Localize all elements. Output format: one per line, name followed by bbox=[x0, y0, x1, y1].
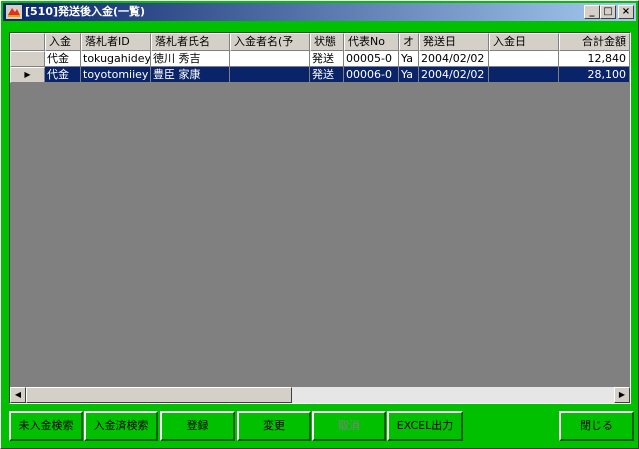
cell-auction[interactable]: Ya bbox=[399, 67, 419, 83]
window-title: [510]発送後入金(一覧) bbox=[25, 5, 146, 18]
data-grid[interactable]: 入金 落札者ID 落札者氏名 入金者名(予 状態 代表No オ 発送日 入金日 … bbox=[9, 32, 631, 404]
cell-payment[interactable]: 代金 bbox=[45, 51, 81, 67]
horizontal-scrollbar[interactable]: ◀ ▶ bbox=[10, 387, 630, 403]
current-row-indicator-icon[interactable]: ▶ bbox=[10, 67, 45, 83]
column-header-payment[interactable]: 入金 bbox=[45, 33, 81, 51]
cell-bidder-id[interactable]: tokugahidey bbox=[81, 51, 151, 67]
column-header-bidder-name[interactable]: 落札者氏名 bbox=[151, 33, 230, 51]
cell-payer-name[interactable] bbox=[230, 67, 310, 83]
close-button[interactable]: 閉じる bbox=[559, 411, 634, 441]
cell-payment-date[interactable] bbox=[489, 51, 559, 67]
register-button[interactable]: 登録 bbox=[160, 411, 235, 441]
column-header-bidder-id[interactable]: 落札者ID bbox=[81, 33, 151, 51]
cell-total-amount[interactable]: 28,100 bbox=[559, 67, 630, 83]
cell-payer-name[interactable] bbox=[230, 51, 310, 67]
column-header-auction[interactable]: オ bbox=[399, 33, 419, 51]
app-icon bbox=[6, 5, 22, 19]
maximize-button[interactable]: □ bbox=[600, 5, 616, 19]
column-header-rep-no[interactable]: 代表No bbox=[344, 33, 399, 51]
cell-payment-date[interactable] bbox=[489, 67, 559, 83]
search-unpaid-button[interactable]: 未入金検索 bbox=[9, 411, 83, 441]
grid-corner-header bbox=[10, 33, 45, 51]
cell-payment[interactable]: 代金 bbox=[45, 67, 81, 83]
cell-ship-date[interactable]: 2004/02/02 bbox=[419, 67, 489, 83]
title-bar[interactable]: [510]発送後入金(一覧) _ □ × bbox=[3, 3, 636, 21]
scroll-left-icon[interactable]: ◀ bbox=[10, 387, 26, 403]
column-header-payer-name[interactable]: 入金者名(予 bbox=[230, 33, 310, 51]
cell-bidder-id[interactable]: toyotomiiey bbox=[81, 67, 151, 83]
cell-status[interactable]: 発送 bbox=[310, 51, 344, 67]
column-header-status[interactable]: 状態 bbox=[310, 33, 344, 51]
close-window-button[interactable]: × bbox=[618, 5, 634, 19]
cell-ship-date[interactable]: 2004/02/02 bbox=[419, 51, 489, 67]
scrollbar-thumb[interactable] bbox=[26, 387, 292, 403]
minimize-button[interactable]: _ bbox=[584, 5, 600, 19]
scroll-right-icon[interactable]: ▶ bbox=[614, 387, 630, 403]
search-paid-button[interactable]: 入金済検索 bbox=[84, 411, 158, 441]
cell-status[interactable]: 発送 bbox=[310, 67, 344, 83]
cancel-button[interactable]: 取消 bbox=[312, 411, 386, 441]
change-button[interactable]: 変更 bbox=[237, 411, 311, 441]
cell-rep-no[interactable]: 00006-0 bbox=[344, 67, 399, 83]
app-window: [510]発送後入金(一覧) _ □ × 入金 落札者ID 落札者氏名 入金者名… bbox=[0, 0, 639, 449]
column-header-payment-date[interactable]: 入金日 bbox=[489, 33, 559, 51]
row-selector[interactable] bbox=[10, 51, 45, 67]
cell-rep-no[interactable]: 00005-0 bbox=[344, 51, 399, 67]
cell-bidder-name[interactable]: 徳川 秀吉 bbox=[151, 51, 230, 67]
cell-bidder-name[interactable]: 豊臣 家康 bbox=[151, 67, 230, 83]
cell-auction[interactable]: Ya bbox=[399, 51, 419, 67]
column-header-ship-date[interactable]: 発送日 bbox=[419, 33, 489, 51]
excel-export-button[interactable]: EXCEL出力 bbox=[387, 411, 463, 441]
column-header-total-amount[interactable]: 合計金額 bbox=[559, 33, 630, 51]
cell-total-amount[interactable]: 12,840 bbox=[559, 51, 630, 67]
